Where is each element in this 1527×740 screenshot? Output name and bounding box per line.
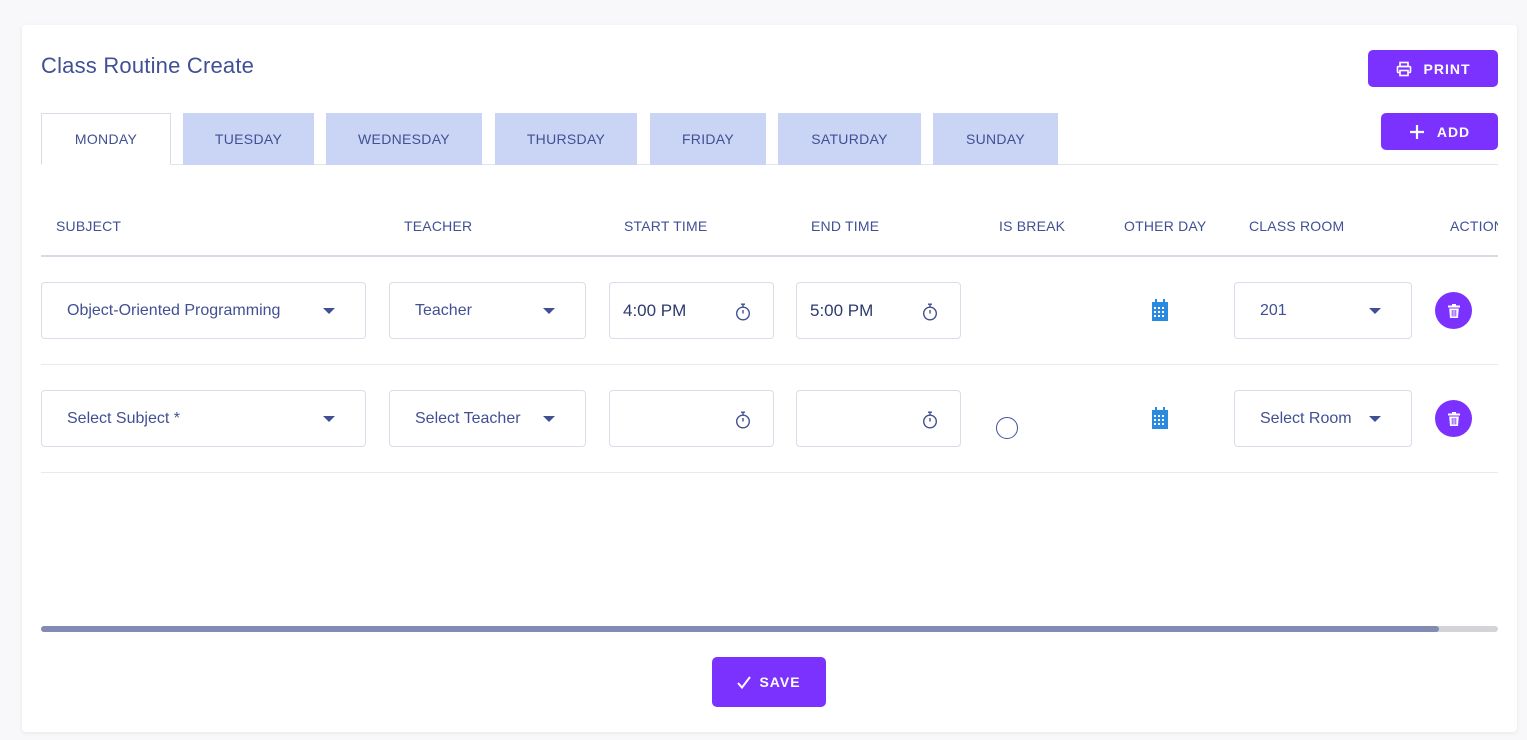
room-select[interactable]: 201	[1234, 282, 1412, 339]
trash-icon	[1447, 411, 1460, 426]
delete-button[interactable]	[1435, 292, 1472, 329]
caret-down-icon	[543, 415, 555, 422]
subject-select[interactable]: Select Subject *	[41, 390, 366, 447]
room-value: Select Room	[1260, 409, 1352, 427]
header-is-break: IS BREAK	[999, 218, 1066, 234]
caret-down-icon	[323, 307, 335, 314]
end-time-input[interactable]	[796, 390, 961, 447]
stopwatch-icon	[735, 411, 751, 429]
tab-monday[interactable]: MONDAY	[41, 113, 171, 165]
day-tabs: MONDAY TUESDAY WEDNESDAY THURSDAY FRIDAY…	[41, 113, 1498, 165]
tab-wednesday[interactable]: WEDNESDAY	[326, 113, 482, 165]
end-time-input[interactable]: 5:00 PM	[796, 282, 961, 339]
trash-icon	[1447, 303, 1460, 318]
header-subject: SUBJECT	[56, 218, 122, 234]
subject-select[interactable]: Object-Oriented Programming	[41, 282, 366, 339]
calendar-icon[interactable]	[1151, 406, 1169, 430]
header-end-time: END TIME	[811, 218, 880, 234]
delete-button[interactable]	[1435, 400, 1472, 437]
header-other-day: OTHER DAY	[1124, 218, 1207, 234]
stopwatch-icon	[735, 303, 751, 321]
teacher-value: Teacher	[415, 301, 472, 319]
end-time-value: 5:00 PM	[810, 300, 874, 320]
header-class-room: CLASS ROOM	[1249, 218, 1345, 234]
tab-friday[interactable]: FRIDAY	[650, 113, 766, 165]
room-value: 201	[1260, 301, 1287, 319]
tab-tuesday[interactable]: TUESDAY	[183, 113, 314, 165]
horizontal-scrollbar[interactable]	[41, 626, 1498, 632]
caret-down-icon	[543, 307, 555, 314]
teacher-value: Select Teacher	[415, 409, 521, 427]
subject-value: Object-Oriented Programming	[67, 301, 281, 319]
tab-sunday[interactable]: SUNDAY	[933, 113, 1058, 165]
caret-down-icon	[1369, 415, 1381, 422]
scrollbar-thumb[interactable]	[41, 626, 1439, 632]
save-button[interactable]: SAVE	[712, 657, 826, 707]
is-break-radio[interactable]	[996, 417, 1018, 439]
table-header: SUBJECT TEACHER START TIME END TIME IS B…	[41, 200, 1498, 257]
header-teacher: TEACHER	[404, 218, 473, 234]
printer-icon	[1396, 61, 1411, 76]
table-row: Object-Oriented Programming Teacher 4:00…	[41, 257, 1498, 365]
calendar-icon[interactable]	[1151, 298, 1169, 322]
page-title: Class Routine Create	[41, 53, 255, 78]
header-start-time: START TIME	[624, 218, 708, 234]
table-row: Select Subject * Select Teacher Select R…	[41, 365, 1498, 473]
teacher-select[interactable]: Select Teacher	[389, 390, 586, 447]
tab-thursday[interactable]: THURSDAY	[495, 113, 637, 165]
caret-down-icon	[323, 415, 335, 422]
start-time-input[interactable]: 4:00 PM	[609, 282, 774, 339]
start-time-input[interactable]	[609, 390, 774, 447]
caret-down-icon	[1369, 307, 1381, 314]
stopwatch-icon	[922, 411, 938, 429]
tab-saturday[interactable]: SATURDAY	[778, 113, 921, 165]
start-time-value: 4:00 PM	[623, 300, 687, 320]
print-button[interactable]: PRINT	[1368, 50, 1498, 87]
class-routine-card: Class Routine Create PRINT ADD MONDAY TU…	[22, 25, 1517, 732]
save-label: SAVE	[759, 674, 801, 690]
print-label: PRINT	[1423, 60, 1471, 77]
room-select[interactable]: Select Room	[1234, 390, 1412, 447]
subject-value: Select Subject *	[67, 409, 180, 427]
check-icon	[737, 675, 752, 689]
header-action: ACTION	[1450, 218, 1498, 234]
stopwatch-icon	[922, 303, 938, 321]
teacher-select[interactable]: Teacher	[389, 282, 586, 339]
